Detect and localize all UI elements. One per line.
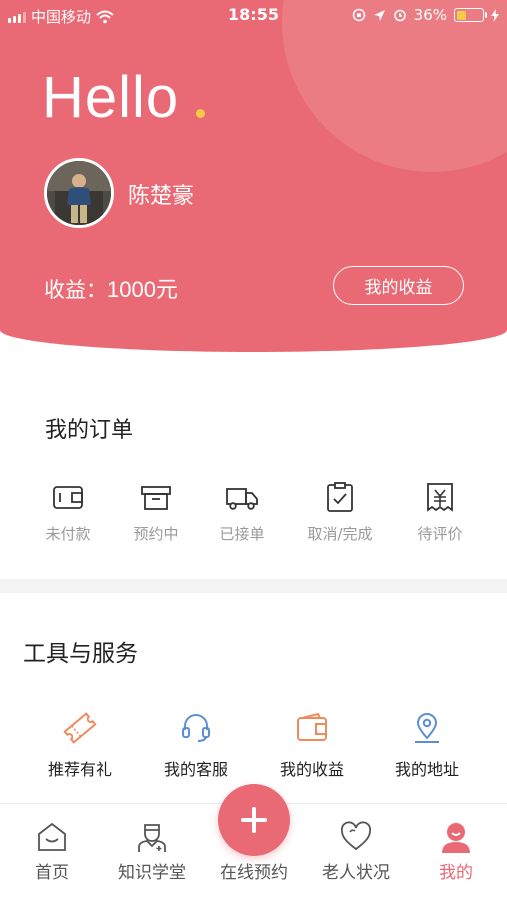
truck-icon (226, 488, 258, 510)
orders-section-title: 我的订单 (45, 418, 134, 443)
tool-item-label: 我的收益 (279, 760, 344, 779)
tab-label: 老人状况 (322, 863, 390, 883)
wallet-icon (297, 712, 327, 741)
earnings-summary: 收益：1000元 (44, 272, 178, 304)
order-pending-review[interactable]: 待评价 (395, 480, 485, 544)
doctor-icon (138, 824, 166, 852)
tools-row: 推荐有礼 我的客服 我的收益 我的地址 (0, 710, 507, 780)
charging-icon (491, 8, 499, 22)
tool-my-address[interactable]: 我的地址 (372, 710, 482, 780)
tab-label: 我的 (439, 863, 473, 883)
tools-section-title: 工具与服务 (23, 641, 138, 667)
calendar-box-icon (141, 486, 171, 510)
location-pin-icon (415, 713, 439, 743)
home-icon (38, 822, 66, 851)
order-item-label: 已接单 (219, 525, 265, 543)
battery-percent: 36% (413, 6, 447, 24)
tab-label: 首页 (35, 863, 69, 883)
avatar-photo (47, 161, 111, 225)
earnings-value: 1000元 (107, 277, 178, 302)
order-item-label: 取消/完成 (307, 525, 373, 543)
greeting-title: Hello (42, 65, 180, 130)
order-item-label: 待评价 (417, 525, 463, 543)
alarm-icon (393, 9, 406, 22)
tool-referral[interactable]: 推荐有礼 (25, 710, 135, 780)
greeting-dot (196, 109, 205, 118)
order-reserved[interactable]: 预约中 (111, 480, 201, 544)
rotation-lock-icon (352, 8, 365, 22)
my-earnings-button[interactable]: 我的收益 (333, 266, 464, 305)
user-name: 陈楚豪 (128, 184, 195, 209)
headset-icon (182, 714, 210, 742)
online-booking-button[interactable] (218, 784, 290, 856)
yen-receipt-icon (427, 483, 453, 512)
tool-item-label: 我的客服 (163, 760, 228, 779)
order-item-label: 预约中 (133, 525, 179, 543)
orders-row: 未付款 预约中 已接单 取消/完成 待评价 (0, 480, 507, 550)
tool-my-earnings[interactable]: 我的收益 (257, 710, 367, 780)
tab-mine[interactable]: 我的 (406, 820, 506, 883)
section-divider (0, 579, 507, 593)
tool-customer-service[interactable]: 我的客服 (141, 710, 251, 780)
tab-label: 知识学堂 (118, 863, 186, 883)
profile-header: 中国移动 18:55 36% Hello 陈楚豪 收益：1000元 我的收益 (0, 0, 507, 352)
location-arrow-icon (373, 9, 385, 21)
avatar[interactable] (44, 158, 114, 228)
battery-icon (454, 8, 487, 22)
status-bar: 中国移动 18:55 36% (0, 0, 507, 30)
order-cancelled-completed[interactable]: 取消/完成 (295, 480, 385, 544)
profile-icon (442, 823, 470, 853)
tool-item-label: 我的地址 (394, 760, 459, 779)
tab-elderly-status[interactable]: 老人状况 (306, 820, 406, 883)
clipboard-check-icon (327, 482, 353, 512)
tab-label[interactable]: 在线预约 (204, 858, 304, 883)
order-accepted[interactable]: 已接单 (197, 480, 287, 544)
tab-knowledge[interactable]: 知识学堂 (102, 820, 202, 883)
order-unpaid[interactable]: 未付款 (23, 480, 113, 544)
order-item-label: 未付款 (45, 525, 91, 543)
wallet-icon (53, 486, 83, 509)
ticket-icon (63, 712, 97, 744)
earnings-label: 收益： (44, 278, 107, 302)
plus-icon (241, 807, 267, 833)
tool-item-label: 推荐有礼 (47, 760, 112, 779)
heart-icon (340, 821, 372, 851)
tab-home[interactable]: 首页 (2, 820, 102, 883)
